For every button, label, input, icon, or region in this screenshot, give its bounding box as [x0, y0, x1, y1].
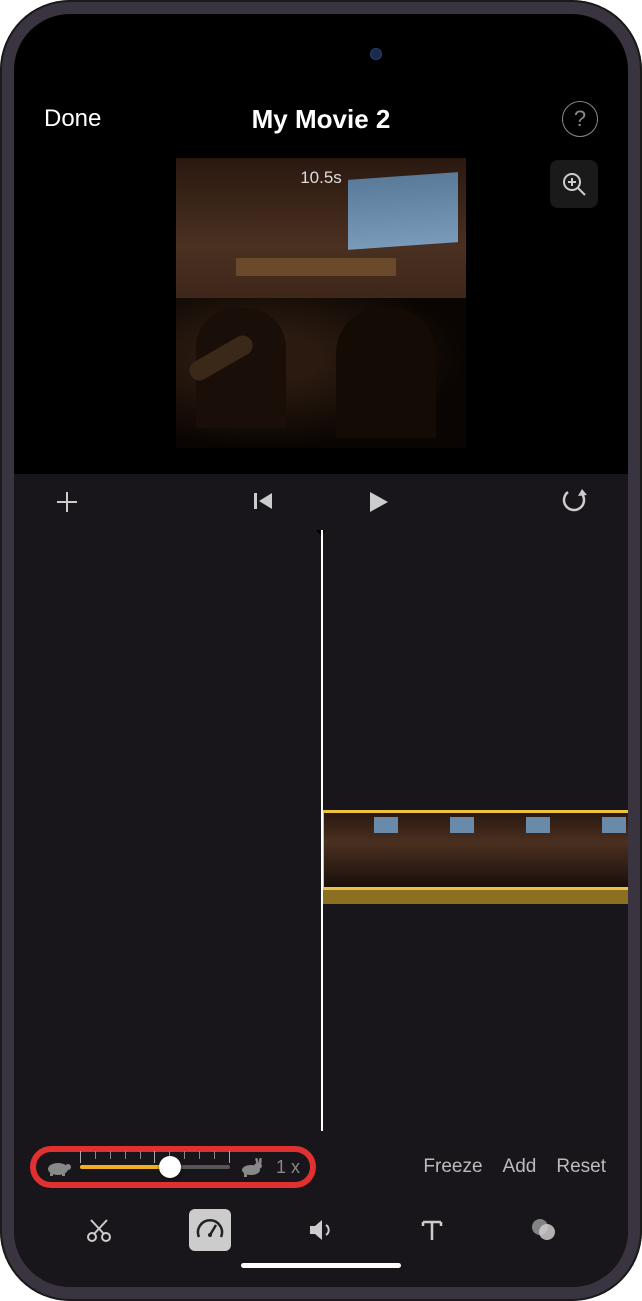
- speed-slider[interactable]: [80, 1165, 230, 1169]
- video-clip[interactable]: [321, 810, 628, 890]
- preview-area: 10.5s: [14, 154, 628, 474]
- zoom-button[interactable]: [550, 160, 598, 208]
- add-speed-button[interactable]: Add: [503, 1156, 537, 1178]
- project-title: My Movie 2: [252, 104, 391, 135]
- slider-ticks: [80, 1151, 230, 1161]
- playhead[interactable]: [321, 530, 323, 1131]
- freeze-button[interactable]: Freeze: [423, 1156, 482, 1178]
- play-icon: [365, 489, 391, 515]
- play-button[interactable]: [365, 489, 391, 515]
- audio-tool[interactable]: [300, 1209, 342, 1251]
- tool-tabs: [14, 1199, 628, 1259]
- speed-tool[interactable]: [189, 1209, 231, 1251]
- question-icon: ?: [574, 106, 586, 132]
- scissors-icon: [85, 1216, 113, 1244]
- playback-bar: [14, 474, 628, 530]
- undo-icon: [560, 488, 588, 516]
- filters-tool[interactable]: [522, 1209, 564, 1251]
- speed-actions: Freeze Add Reset: [423, 1156, 606, 1178]
- plus-icon: [54, 489, 80, 515]
- home-indicator[interactable]: [14, 1259, 628, 1287]
- speed-multiplier: 1 x: [276, 1157, 300, 1178]
- rabbit-icon: [238, 1156, 264, 1178]
- speed-slider-control: 1 x: [36, 1152, 310, 1182]
- done-button[interactable]: Done: [44, 105, 101, 133]
- filters-icon: [529, 1216, 557, 1244]
- cut-tool[interactable]: [78, 1209, 120, 1251]
- magnifier-plus-icon: [561, 171, 587, 197]
- duration-label: 10.5s: [300, 168, 342, 188]
- phone-frame: Done My Movie 2 ? 10.5s: [0, 0, 642, 1301]
- turtle-icon: [46, 1157, 72, 1177]
- slider-thumb[interactable]: [159, 1156, 181, 1178]
- screen: Done My Movie 2 ? 10.5s: [14, 14, 628, 1287]
- video-preview[interactable]: 10.5s: [176, 158, 466, 448]
- speaker-icon: [307, 1216, 335, 1244]
- timeline[interactable]: [14, 530, 628, 1131]
- speedometer-icon: [195, 1215, 225, 1245]
- top-bar: Done My Movie 2 ?: [14, 84, 628, 154]
- skip-back-button[interactable]: [251, 489, 275, 515]
- skip-back-icon: [251, 489, 275, 513]
- audio-track[interactable]: [321, 890, 628, 904]
- dynamic-island: [246, 34, 396, 74]
- help-button[interactable]: ?: [562, 101, 598, 137]
- undo-button[interactable]: [560, 488, 588, 516]
- text-icon: [419, 1217, 445, 1243]
- reset-speed-button[interactable]: Reset: [556, 1156, 606, 1178]
- speed-controls-row: 1 x Freeze Add Reset: [14, 1131, 628, 1199]
- add-media-button[interactable]: [54, 489, 80, 515]
- titles-tool[interactable]: [411, 1209, 453, 1251]
